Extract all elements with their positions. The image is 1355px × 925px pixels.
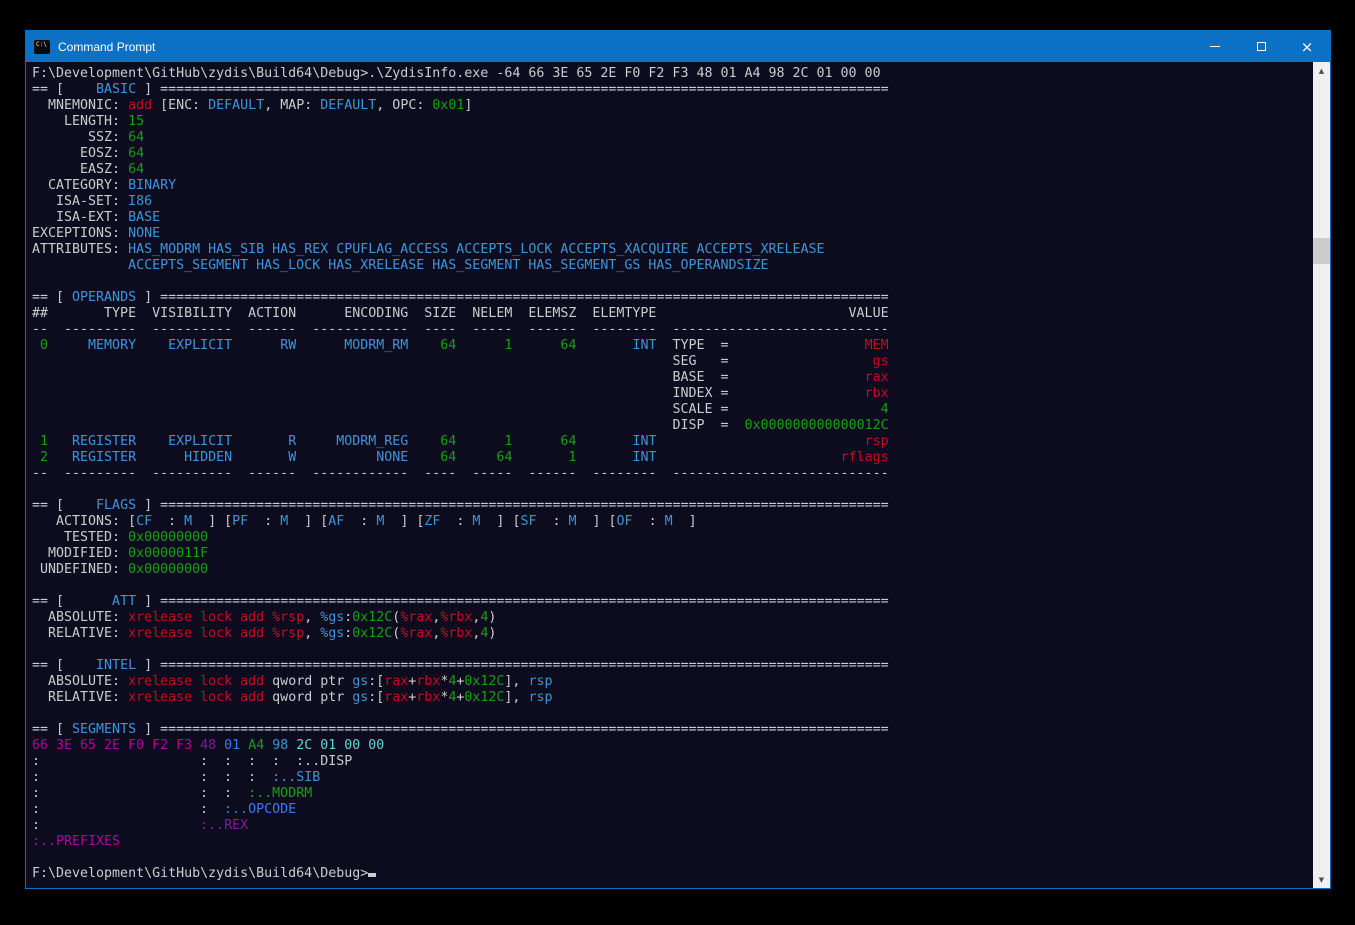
terminal-output: F:\Development\GitHub\zydis\Build64\Debu… bbox=[32, 66, 1306, 882]
command-prompt-window: C:\ Command Prompt × F:\Development\GitH… bbox=[25, 30, 1331, 889]
scroll-up-icon[interactable]: ▲ bbox=[1313, 62, 1330, 79]
title-bar[interactable]: C:\ Command Prompt × bbox=[26, 31, 1330, 62]
maximize-icon bbox=[1257, 42, 1266, 51]
terminal-line: 2 REGISTER HIDDEN W NONE 64 64 1 INT rfl… bbox=[32, 450, 1306, 466]
terminal-line: EASZ: 64 bbox=[32, 162, 1306, 178]
terminal-line: MNEMONIC: add [ENC: DEFAULT, MAP: DEFAUL… bbox=[32, 98, 1306, 114]
terminal-line: 0 MEMORY EXPLICIT RW MODRM_RM 64 1 64 IN… bbox=[32, 338, 1306, 354]
title-bar-left: C:\ Command Prompt bbox=[26, 40, 155, 54]
terminal-line: : : :..OPCODE bbox=[32, 802, 1306, 818]
scrollbar-thumb[interactable] bbox=[1313, 238, 1330, 264]
caption-buttons: × bbox=[1192, 31, 1330, 62]
terminal-line: : : : :..MODRM bbox=[32, 786, 1306, 802]
terminal-line: ABSOLUTE: xrelease lock add %rsp, %gs:0x… bbox=[32, 610, 1306, 626]
terminal-line: == [ FLAGS ] ===========================… bbox=[32, 498, 1306, 514]
close-icon: × bbox=[1301, 38, 1314, 56]
terminal-line: EOSZ: 64 bbox=[32, 146, 1306, 162]
maximize-button[interactable] bbox=[1238, 31, 1284, 62]
terminal-line: RELATIVE: xrelease lock add qword ptr gs… bbox=[32, 690, 1306, 706]
terminal-line: :..PREFIXES bbox=[32, 834, 1306, 850]
terminal-line: : : : : : :..DISP bbox=[32, 754, 1306, 770]
terminal-line: EXCEPTIONS: NONE bbox=[32, 226, 1306, 242]
terminal-line: ## TYPE VISIBILITY ACTION ENCODING SIZE … bbox=[32, 306, 1306, 322]
terminal-line: ACCEPTS_SEGMENT HAS_LOCK HAS_XRELEASE HA… bbox=[32, 258, 1306, 274]
terminal-line: ABSOLUTE: xrelease lock add qword ptr gs… bbox=[32, 674, 1306, 690]
terminal[interactable]: F:\Development\GitHub\zydis\Build64\Debu… bbox=[26, 62, 1330, 888]
terminal-line: F:\Development\GitHub\zydis\Build64\Debu… bbox=[32, 866, 1306, 882]
terminal-line: BASE = rax bbox=[32, 370, 1306, 386]
terminal-line: -- --------- ---------- ------ ---------… bbox=[32, 322, 1306, 338]
terminal-line: TESTED: 0x00000000 bbox=[32, 530, 1306, 546]
terminal-line: SEG = gs bbox=[32, 354, 1306, 370]
terminal-line: ACTIONS: [CF : M ] [PF : M ] [AF : M ] [… bbox=[32, 514, 1306, 530]
terminal-line: UNDEFINED: 0x00000000 bbox=[32, 562, 1306, 578]
terminal-line bbox=[32, 706, 1306, 722]
terminal-line bbox=[32, 482, 1306, 498]
close-button[interactable]: × bbox=[1284, 31, 1330, 62]
terminal-line: CATEGORY: BINARY bbox=[32, 178, 1306, 194]
terminal-line: SCALE = 4 bbox=[32, 402, 1306, 418]
terminal-line: ATTRIBUTES: HAS_MODRM HAS_SIB HAS_REX CP… bbox=[32, 242, 1306, 258]
terminal-line bbox=[32, 642, 1306, 658]
terminal-line: F:\Development\GitHub\zydis\Build64\Debu… bbox=[32, 66, 1306, 82]
terminal-line: ISA-EXT: BASE bbox=[32, 210, 1306, 226]
terminal-line: == [ INTEL ] ===========================… bbox=[32, 658, 1306, 674]
terminal-line: == [ SEGMENTS ] ========================… bbox=[32, 722, 1306, 738]
terminal-line: 66 3E 65 2E F0 F2 F3 48 01 A4 98 2C 01 0… bbox=[32, 738, 1306, 754]
terminal-line: == [ ATT ] =============================… bbox=[32, 594, 1306, 610]
terminal-line: : :..REX bbox=[32, 818, 1306, 834]
minimize-icon bbox=[1210, 46, 1220, 47]
terminal-line: -- --------- ---------- ------ ---------… bbox=[32, 466, 1306, 482]
terminal-line: == [ BASIC ] ===========================… bbox=[32, 82, 1306, 98]
terminal-line: RELATIVE: xrelease lock add %rsp, %gs:0x… bbox=[32, 626, 1306, 642]
terminal-line: DISP = 0x000000000000012C bbox=[32, 418, 1306, 434]
text-cursor bbox=[368, 873, 376, 877]
terminal-line: ISA-SET: I86 bbox=[32, 194, 1306, 210]
window-title: Command Prompt bbox=[58, 40, 155, 54]
terminal-line: MODIFIED: 0x0000011F bbox=[32, 546, 1306, 562]
terminal-line: LENGTH: 15 bbox=[32, 114, 1306, 130]
minimize-button[interactable] bbox=[1192, 31, 1238, 62]
terminal-line bbox=[32, 578, 1306, 594]
terminal-line: : : : : :..SIB bbox=[32, 770, 1306, 786]
terminal-line: SSZ: 64 bbox=[32, 130, 1306, 146]
terminal-line bbox=[32, 274, 1306, 290]
terminal-line bbox=[32, 850, 1306, 866]
terminal-line: 1 REGISTER EXPLICIT R MODRM_REG 64 1 64 … bbox=[32, 434, 1306, 450]
terminal-line: == [ OPERANDS ] ========================… bbox=[32, 290, 1306, 306]
scrollbar[interactable]: ▲ ▼ bbox=[1313, 62, 1330, 888]
scroll-down-icon[interactable]: ▼ bbox=[1313, 871, 1330, 888]
terminal-line: INDEX = rbx bbox=[32, 386, 1306, 402]
cmd-icon[interactable]: C:\ bbox=[34, 40, 50, 54]
